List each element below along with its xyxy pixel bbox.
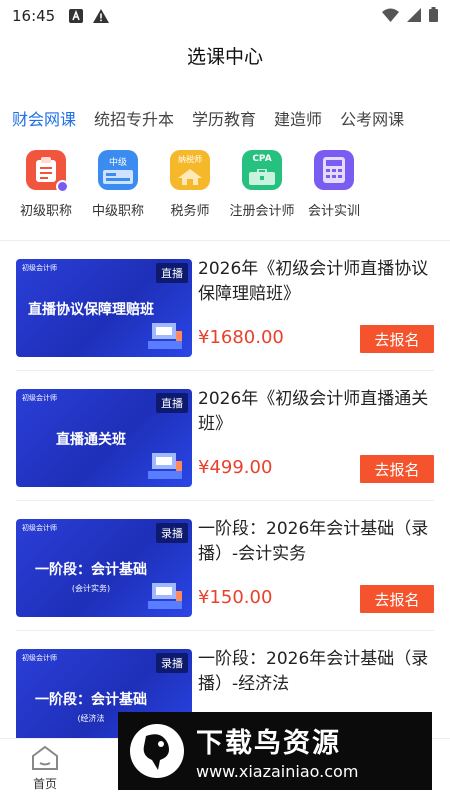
enroll-button[interactable]: 去报名 [360,325,434,353]
category-label: 会计实训 [307,204,360,219]
battery-icon [429,7,438,26]
nav-home-label: 首页 [32,777,57,791]
course-name: 2026年《初级会计师直播协议保障理赔班》 [198,259,429,304]
recorded-badge: 录播 [156,523,188,543]
category-label: 中级职称 [91,204,144,219]
thumb-org-label: 初级会计师 [22,264,57,272]
thumb-org-label: 初级会计师 [22,654,57,662]
thumb-title: 一阶段：会计基础 [35,692,147,708]
wifi-icon [382,7,399,26]
course-item[interactable]: 初级会计师 直播 直播协议保障理赔班 2026年《初级会计师直播协议保障理赔班》… [0,241,450,371]
category-tax-advisor[interactable]: 纳税师 税务师 [154,150,226,219]
course-thumbnail: 初级会计师 直播 直播通关班 [16,389,192,487]
briefcase-icon: CPA [242,150,282,190]
watermark-url: www.xiazainiao.com [196,762,359,781]
monitor-illustration-icon [148,323,182,349]
course-name: 2026年《初级会计师直播通关班》 [198,389,429,434]
thumb-org-label: 初级会计师 [22,394,57,402]
icon-text: 纳税师 [178,155,202,164]
icon-text: 中级 [108,158,127,168]
status-time: 16:45 [12,7,56,25]
enroll-button[interactable]: 去报名 [360,455,434,483]
live-badge: 直播 [156,263,188,283]
category-label: 注册会计师 [229,204,295,219]
calculator-icon [314,150,354,190]
warning-icon [93,9,110,23]
status-bar: 16:45 [0,0,450,32]
category-grid: 初级职称 中级 中级职称 纳税师 税务师 CPA 注册会计师 会计实训 [0,150,450,219]
tab-finance-accounting[interactable]: 财会网课 [12,106,76,130]
thumb-title: 直播协议保障理赔班 [28,302,154,318]
bird-logo-icon [130,724,184,778]
course-name: 一阶段：2026年会计基础（录播）-经济法 [198,649,429,694]
watermark-text: 下载鸟资源 [196,728,341,759]
course-item[interactable]: 初级会计师 录播 一阶段：会计基础 (会计实务) 一阶段：2026年会计基础（录… [0,501,450,631]
page-title: 选课中心 [186,46,263,68]
thumb-title: 一阶段：会计基础 [35,562,147,578]
monitor-illustration-icon [148,453,182,479]
category-junior-title[interactable]: 初级职称 [10,150,82,219]
course-thumbnail: 初级会计师 录播 一阶段：会计基础 (会计实务) [16,519,192,617]
course-price: ¥1680.00 [198,327,284,348]
monitor-illustration-icon [148,583,182,609]
course-item[interactable]: 初级会计师 直播 直播通关班 2026年《初级会计师直播通关班》 ¥499.00… [0,371,450,501]
tab-upgrade-degree[interactable]: 统招专升本 [94,106,174,130]
home-icon [32,745,58,770]
tab-constructor[interactable]: 建造师 [274,106,322,130]
clipboard-icon [26,150,69,193]
course-list: 初级会计师 直播 直播协议保障理赔班 2026年《初级会计师直播协议保障理赔班》… [0,241,450,761]
category-tabs: 财会网课 统招专升本 学历教育 建造师 公考网课 [0,102,450,134]
enroll-button[interactable]: 去报名 [360,585,434,613]
recorded-badge: 录播 [156,653,188,673]
text-a-icon [69,9,84,23]
course-name: 一阶段：2026年会计基础（录播）-会计实务 [198,519,429,564]
calculator-screen-icon: 中级 [98,150,138,190]
course-price: ¥150.00 [198,587,273,608]
tab-academic-education[interactable]: 学历教育 [192,106,256,130]
course-price: ¥499.00 [198,457,273,478]
tab-civil-service[interactable]: 公考网课 [340,106,404,130]
category-accounting-practice[interactable]: 会计实训 [298,150,370,219]
category-cpa[interactable]: CPA 注册会计师 [226,150,298,219]
watermark-banner: 下载鸟资源 www.xiazainiao.com [118,712,432,790]
thumb-subtitle: (会计实务) [71,584,111,593]
course-thumbnail: 初级会计师 直播 直播协议保障理赔班 [16,259,192,357]
live-badge: 直播 [156,393,188,413]
tax-house-icon: 纳税师 [170,150,210,190]
nav-home[interactable]: 首页 [20,745,70,792]
thumb-org-label: 初级会计师 [22,524,57,532]
thumb-title: 直播通关班 [56,432,126,448]
category-label: 初级职称 [19,204,72,219]
icon-text: CPA [252,154,272,164]
category-label: 税务师 [170,204,210,219]
signal-icon [407,7,421,26]
category-intermediate-title[interactable]: 中级 中级职称 [82,150,154,219]
